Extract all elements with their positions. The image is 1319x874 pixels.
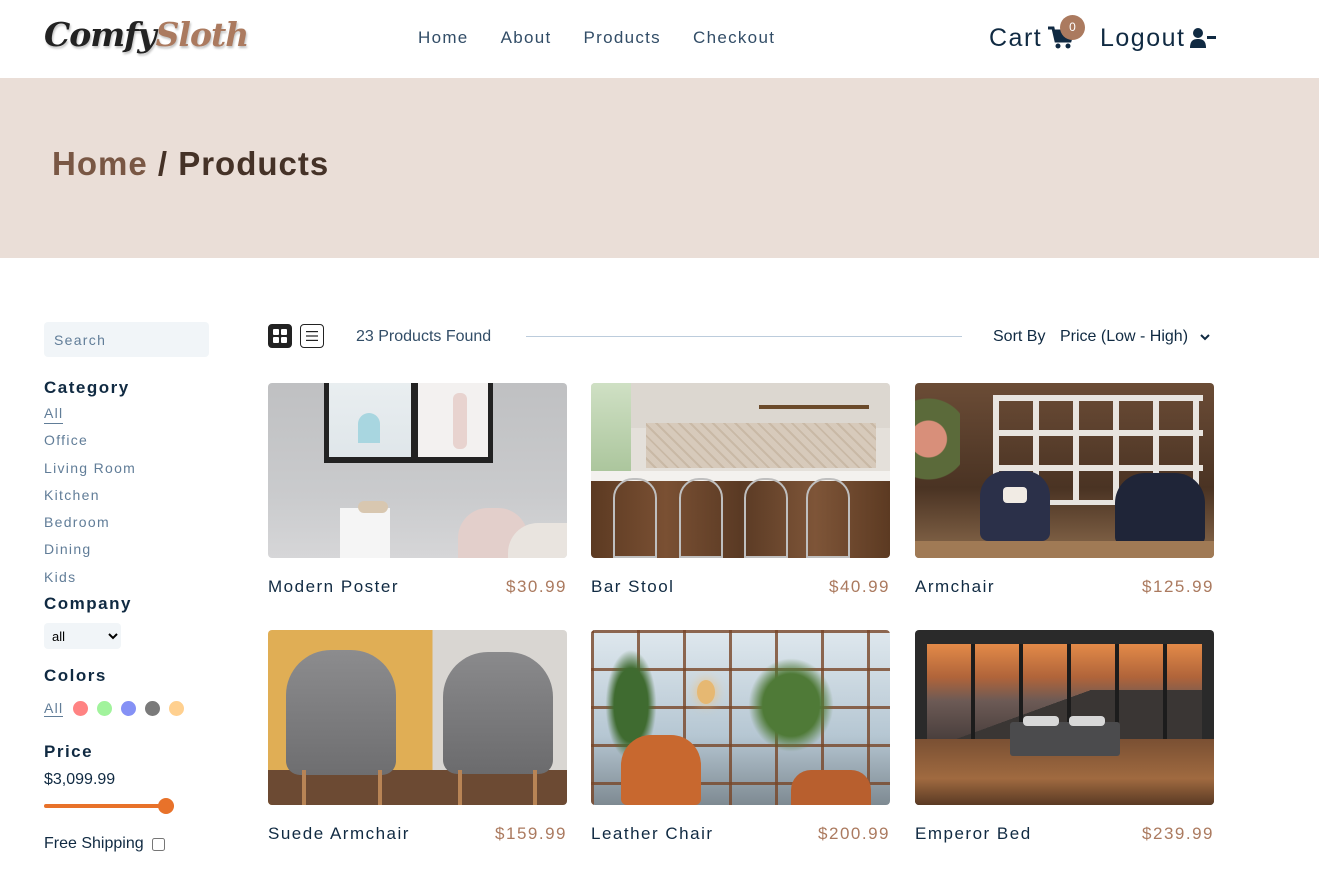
color-all-button[interactable]: All [44, 700, 64, 718]
product-card[interactable]: Bar Stool $40.99 [591, 383, 890, 596]
logout-button[interactable]: Logout [1100, 22, 1217, 54]
filters-sidebar: Category All Office Living Room Kitchen … [44, 322, 224, 853]
product-name: Armchair [915, 577, 996, 596]
product-name: Emperor Bed [915, 824, 1032, 843]
navbar: ComfySloth Home About Products Checkout … [0, 0, 1319, 78]
product-info: Suede Armchair $159.99 [268, 824, 567, 844]
product-card[interactable]: Suede Armchair $159.99 [268, 630, 567, 843]
nav-link-products[interactable]: Products [584, 27, 662, 49]
category-label: All [44, 405, 64, 424]
category-item-all[interactable]: All [44, 400, 224, 427]
colors-row: All [44, 700, 224, 718]
cart-count-badge: 0 [1060, 15, 1085, 40]
product-image-armchair[interactable] [915, 383, 1214, 558]
category-item-living-room[interactable]: Living Room [44, 455, 224, 482]
logo-part-1: Comfy [44, 15, 157, 54]
product-price: $40.99 [829, 577, 890, 596]
product-price: $159.99 [495, 824, 567, 843]
product-info: Emperor Bed $239.99 [915, 824, 1214, 844]
free-shipping-checkbox[interactable] [151, 837, 165, 851]
company-heading: Company [44, 594, 132, 614]
chevron-down-icon [1200, 333, 1210, 340]
price-value: $3,099.99 [44, 771, 116, 789]
product-info: Leather Chair $200.99 [591, 824, 890, 844]
sort-label: Sort By [993, 328, 1046, 345]
free-shipping-row: Free Shipping [44, 835, 224, 853]
grid-icon [273, 329, 287, 343]
breadcrumb-home-link[interactable]: Home [52, 145, 148, 182]
list-view-button[interactable] [300, 324, 324, 348]
product-card[interactable]: Leather Chair $200.99 [591, 630, 890, 843]
price-slider-thumb[interactable] [158, 798, 174, 815]
product-card[interactable]: Armchair $125.99 [915, 383, 1214, 596]
product-image-modern-poster[interactable] [268, 383, 567, 558]
nav-link-home[interactable]: Home [418, 27, 469, 49]
free-shipping-label: Free Shipping [44, 835, 144, 853]
list-icon [306, 331, 318, 341]
user-minus-icon [1190, 28, 1217, 48]
product-info: Bar Stool $40.99 [591, 577, 890, 597]
brand-logo[interactable]: ComfySloth [44, 13, 250, 57]
toolbar-divider [526, 336, 962, 337]
breadcrumb-separator: / [147, 145, 179, 182]
product-card[interactable]: Modern Poster $30.99 [268, 383, 567, 596]
product-name: Suede Armchair [268, 824, 410, 843]
category-heading: Category [44, 378, 130, 397]
product-image-bar-stool[interactable] [591, 383, 890, 558]
search-input[interactable] [44, 322, 209, 357]
product-price: $125.99 [1142, 577, 1214, 596]
product-name: Modern Poster [268, 577, 399, 596]
color-swatch-gray[interactable] [145, 701, 161, 717]
products-toolbar: 23 Products Found Sort By Price (Low - H… [268, 324, 1214, 350]
product-image-suede-armchair[interactable] [268, 630, 567, 805]
page-hero: Home / Products [0, 78, 1319, 258]
category-item-office[interactable]: Office [44, 427, 224, 454]
category-item-bedroom[interactable]: Bedroom [44, 509, 224, 536]
product-name: Bar Stool [591, 577, 675, 596]
nav-links: Home About Products Checkout [418, 27, 807, 49]
cart-label: Cart [989, 24, 1043, 52]
price-slider[interactable] [44, 798, 174, 815]
nav-link-about[interactable]: About [501, 27, 552, 49]
sort-selected-value: Price (Low - High) [1060, 328, 1189, 345]
company-select[interactable]: all [44, 623, 121, 650]
product-image-emperor-bed[interactable] [915, 630, 1214, 805]
product-info: Modern Poster $30.99 [268, 577, 567, 597]
grid-view-button[interactable] [268, 324, 292, 348]
color-swatch-red[interactable] [73, 701, 89, 717]
logo-part-2: Sloth [155, 15, 250, 54]
colors-heading: Colors [44, 666, 107, 686]
product-image-leather-chair[interactable] [591, 630, 890, 805]
category-list: All Office Living Room Kitchen Bedroom D… [44, 400, 224, 591]
category-item-kids[interactable]: Kids [44, 564, 224, 591]
category-item-kitchen[interactable]: Kitchen [44, 482, 224, 509]
product-price: $30.99 [506, 577, 567, 596]
product-name: Leather Chair [591, 824, 714, 843]
category-item-dining[interactable]: Dining [44, 536, 224, 563]
color-swatch-blue[interactable] [121, 701, 137, 717]
product-price: $239.99 [1142, 824, 1214, 843]
color-swatch-green[interactable] [97, 701, 113, 717]
price-heading: Price [44, 742, 94, 762]
color-swatch-yellow[interactable] [169, 701, 185, 717]
product-info: Armchair $125.99 [915, 577, 1214, 597]
product-card[interactable]: Emperor Bed $239.99 [915, 630, 1214, 843]
breadcrumb: Home / Products [52, 145, 329, 183]
sort-select[interactable]: Price (Low - High) [1060, 328, 1210, 346]
product-price: $200.99 [818, 824, 890, 843]
breadcrumb-current: Products [178, 145, 330, 182]
logout-label: Logout [1100, 24, 1186, 52]
products-count: 23 Products Found [356, 328, 492, 345]
nav-link-checkout[interactable]: Checkout [693, 27, 775, 49]
price-slider-track [44, 804, 174, 809]
